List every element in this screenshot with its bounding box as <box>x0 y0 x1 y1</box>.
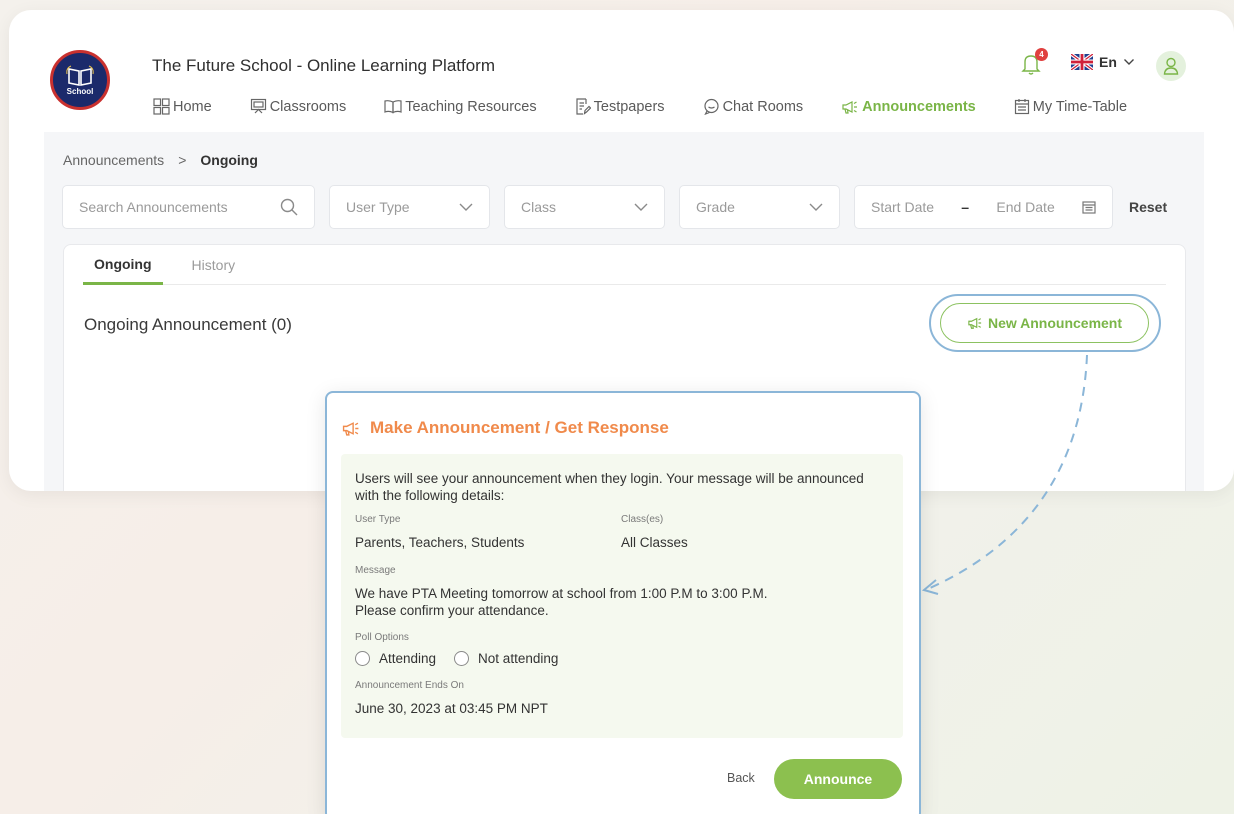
uk-flag-icon <box>1071 54 1093 70</box>
new-announcement-button[interactable]: New Announcement <box>940 303 1149 343</box>
reset-button[interactable]: Reset <box>1129 199 1167 215</box>
start-date-field[interactable]: Start Date <box>871 199 934 215</box>
class-select[interactable]: Class <box>504 185 665 229</box>
modal-title-text: Make Announcement / Get Response <box>370 418 669 437</box>
classes-value: All Classes <box>621 535 688 550</box>
poll-option-label: Not attending <box>478 651 559 666</box>
breadcrumb-separator: > <box>178 152 187 168</box>
search-placeholder: Search Announcements <box>79 199 228 215</box>
grade-select-label: Grade <box>696 199 735 215</box>
breadcrumb-current: Ongoing <box>200 152 258 168</box>
nav-classrooms[interactable]: Classrooms <box>250 98 347 115</box>
nav-my-time-table-label: My Time-Table <box>1032 98 1128 115</box>
poll-option-not-attending[interactable]: Not attending <box>454 651 558 666</box>
user-avatar[interactable] <box>1156 51 1186 81</box>
filter-bar: Search Announcements User Type Class Gra… <box>62 185 1167 229</box>
megaphone-icon <box>342 421 359 436</box>
document-edit-icon <box>576 98 591 115</box>
poll-options: Attending Not attending <box>355 651 889 666</box>
nav-teaching-resources-label: Teaching Resources <box>405 98 537 115</box>
nav-announcements-label: Announcements <box>862 98 976 115</box>
nav-announcements[interactable]: Announcements <box>841 98 976 115</box>
nav-chat-rooms[interactable]: Chat Rooms <box>703 98 804 115</box>
calendar-icon <box>1082 201 1096 214</box>
message-line-2: Please confirm your attendance. <box>355 603 549 618</box>
user-type-value: Parents, Teachers, Students <box>355 535 525 550</box>
nav-classrooms-label: Classrooms <box>269 98 347 115</box>
poll-option-label: Attending <box>379 651 437 666</box>
language-label: En <box>1099 54 1117 70</box>
nav-chat-rooms-label: Chat Rooms <box>722 98 804 115</box>
tab-history[interactable]: History <box>181 245 247 285</box>
language-selector[interactable]: En <box>1071 54 1135 70</box>
nav-home-label: Home <box>173 98 212 115</box>
chevron-down-icon <box>459 203 473 211</box>
announce-button[interactable]: Announce <box>774 759 902 799</box>
megaphone-icon <box>842 100 858 114</box>
message-label: Message <box>355 565 396 576</box>
section-title: Ongoing Announcement (0) <box>84 315 292 334</box>
poll-option-attending[interactable]: Attending <box>355 651 436 666</box>
nav-testpapers[interactable]: Testpapers <box>575 98 665 115</box>
radio-button[interactable] <box>454 651 470 666</box>
poll-options-label: Poll Options <box>355 632 409 643</box>
grid-icon <box>153 98 170 115</box>
nav-my-time-table[interactable]: My Time-Table <box>1014 98 1127 115</box>
announcement-details: Users will see your announcement when th… <box>341 454 903 738</box>
notifications-button[interactable]: 4 <box>1021 48 1048 75</box>
presentation-icon <box>250 98 266 114</box>
date-range-picker[interactable]: Start Date – End Date <box>854 185 1113 229</box>
nav-testpapers-label: Testpapers <box>593 98 665 115</box>
ends-on-label: Announcement Ends On <box>355 680 464 691</box>
chevron-down-icon <box>809 203 823 211</box>
user-type-select[interactable]: User Type <box>329 185 490 229</box>
school-logo[interactable]: School <box>50 50 110 110</box>
app-title: The Future School - Online Learning Plat… <box>152 56 496 75</box>
grade-select[interactable]: Grade <box>679 185 840 229</box>
chevron-down-icon <box>1123 59 1134 65</box>
new-announcement-label: New Announcement <box>987 315 1123 331</box>
intro-text: Users will see your announcement when th… <box>355 471 864 503</box>
search-input[interactable]: Search Announcements <box>62 185 315 229</box>
date-separator: – <box>961 199 970 215</box>
ends-on-value: June 30, 2023 at 03:45 PM NPT <box>355 701 548 716</box>
message-line-1: We have PTA Meeting tomorrow at school f… <box>355 586 768 601</box>
radio-button[interactable] <box>355 651 370 666</box>
user-type-label: User Type <box>355 514 401 525</box>
main-nav: Home Classrooms Teaching Resources Testp… <box>153 98 1165 115</box>
end-date-field[interactable]: End Date <box>996 199 1054 215</box>
header: School The Future School - Online Learni… <box>9 10 1234 130</box>
breadcrumb-root[interactable]: Announcements <box>63 152 164 168</box>
classes-label: Class(es) <box>621 514 664 525</box>
modal-actions: Back Announce <box>327 759 919 799</box>
tab-ongoing[interactable]: Ongoing <box>83 245 163 285</box>
user-icon <box>1163 57 1179 75</box>
book-logo-icon <box>66 65 94 86</box>
book-icon <box>384 99 402 113</box>
user-type-select-label: User Type <box>346 199 410 215</box>
search-icon <box>280 198 298 216</box>
audience-row: User Type Parents, Teachers, Students Cl… <box>355 514 889 551</box>
tab-bar: Ongoing History <box>83 245 1166 285</box>
chevron-down-icon <box>634 203 648 211</box>
notifications-badge: 4 <box>1035 48 1048 61</box>
class-select-label: Class <box>521 199 557 215</box>
logo-text: School <box>66 86 94 96</box>
megaphone-icon <box>968 317 982 329</box>
modal-title: Make Announcement / Get Response <box>341 418 669 438</box>
chat-bubble-icon <box>703 98 719 115</box>
nav-teaching-resources[interactable]: Teaching Resources <box>384 98 537 115</box>
calendar-icon <box>1014 99 1029 115</box>
breadcrumb: Announcements > Ongoing <box>63 152 258 168</box>
nav-home[interactable]: Home <box>153 98 212 115</box>
back-button[interactable]: Back <box>727 771 755 785</box>
make-announcement-modal: Make Announcement / Get Response Users w… <box>325 391 921 814</box>
